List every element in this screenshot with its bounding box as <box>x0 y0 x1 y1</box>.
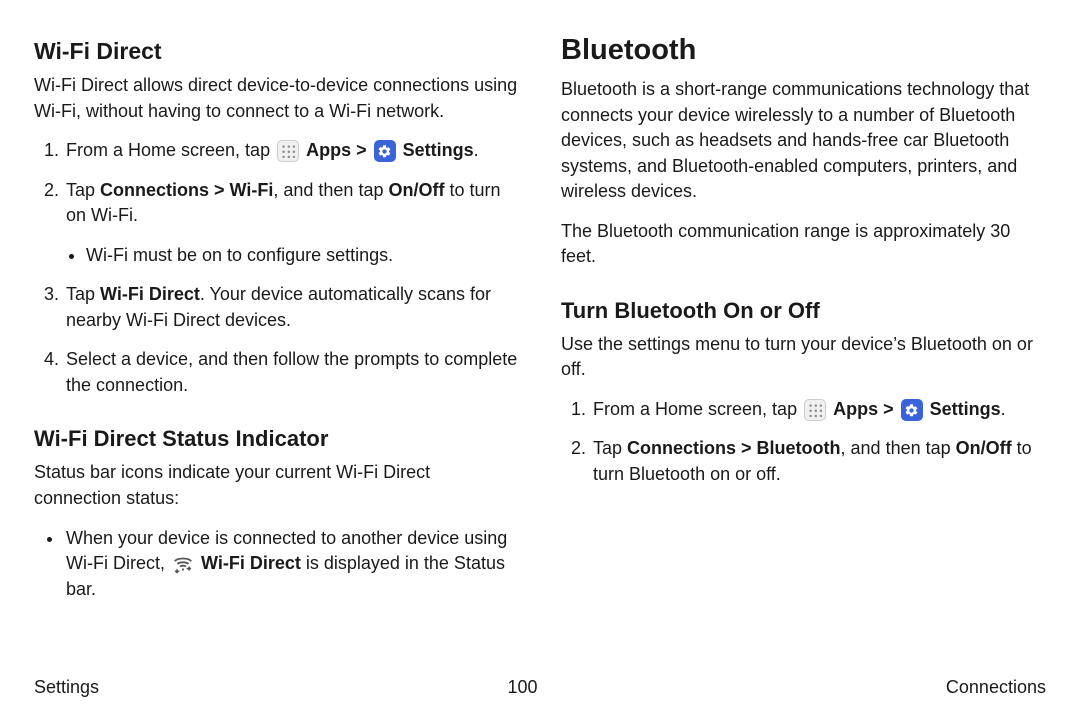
footer-right: Connections <box>946 677 1046 698</box>
heading-bluetooth: Bluetooth <box>561 34 1046 67</box>
step-1: From a Home screen, tap Apps > Settings. <box>64 138 519 164</box>
settings-icon <box>901 399 923 421</box>
step-1: From a Home screen, tap Apps > Settings. <box>591 397 1046 423</box>
step-text: . <box>474 140 479 160</box>
sub-list: Wi-Fi must be on to configure settings. <box>66 243 519 269</box>
bold-text: Wi-Fi Direct <box>100 284 200 304</box>
bold-text: Connections > Wi-Fi <box>100 180 273 200</box>
step-text: , and then tap <box>273 180 388 200</box>
step-2: Tap Connections > Wi-Fi, and then tap On… <box>64 178 519 269</box>
step-4: Select a device, and then follow the pro… <box>64 347 519 398</box>
page-footer: Settings 100 Connections <box>34 677 1046 698</box>
step-text: From a Home screen, tap <box>593 399 802 419</box>
step-text: Tap <box>66 284 100 304</box>
caret-icon: > <box>878 399 899 419</box>
bluetooth-range: The Bluetooth communication range is app… <box>561 219 1046 270</box>
wifi-direct-intro: Wi-Fi Direct allows direct device-to-dev… <box>34 73 519 124</box>
bluetooth-intro: Bluetooth is a short-range communication… <box>561 77 1046 205</box>
step-2: Tap Connections > Bluetooth, and then ta… <box>591 436 1046 487</box>
page-columns: Wi-Fi Direct Wi-Fi Direct allows direct … <box>34 34 1046 654</box>
sub-bullet: Wi-Fi must be on to configure settings. <box>86 243 519 269</box>
wifi-direct-steps: From a Home screen, tap Apps > Settings.… <box>34 138 519 398</box>
heading-status-indicator: Wi-Fi Direct Status Indicator <box>34 426 519 452</box>
heading-turn-bluetooth: Turn Bluetooth On or Off <box>561 298 1046 324</box>
status-intro: Status bar icons indicate your current W… <box>34 460 519 511</box>
step-text: From a Home screen, tap <box>66 140 275 160</box>
status-bullet: When your device is connected to another… <box>64 526 519 603</box>
right-column: Bluetooth Bluetooth is a short-range com… <box>561 34 1046 654</box>
bold-text: Connections > Bluetooth <box>627 438 841 458</box>
step-text: , and then tap <box>841 438 956 458</box>
settings-label: Settings <box>403 140 474 160</box>
apps-label: Apps <box>833 399 878 419</box>
bluetooth-steps: From a Home screen, tap Apps > Settings.… <box>561 397 1046 488</box>
settings-icon <box>374 140 396 162</box>
status-list: When your device is connected to another… <box>34 526 519 603</box>
caret-icon: > <box>351 140 372 160</box>
bold-text: On/Off <box>388 180 444 200</box>
bold-text: On/Off <box>956 438 1012 458</box>
apps-icon <box>277 140 299 162</box>
heading-wifi-direct: Wi-Fi Direct <box>34 38 519 65</box>
step-text: Tap <box>593 438 627 458</box>
wifi-direct-icon <box>172 553 194 575</box>
step-3: Tap Wi-Fi Direct. Your device automatica… <box>64 282 519 333</box>
turn-bluetooth-intro: Use the settings menu to turn your devic… <box>561 332 1046 383</box>
apps-label: Apps <box>306 140 351 160</box>
footer-page-number: 100 <box>507 677 537 698</box>
apps-icon <box>804 399 826 421</box>
step-text: . <box>1001 399 1006 419</box>
bold-text: Wi-Fi Direct <box>201 553 301 573</box>
footer-left: Settings <box>34 677 99 698</box>
settings-label: Settings <box>930 399 1001 419</box>
step-text: Tap <box>66 180 100 200</box>
left-column: Wi-Fi Direct Wi-Fi Direct allows direct … <box>34 34 519 654</box>
